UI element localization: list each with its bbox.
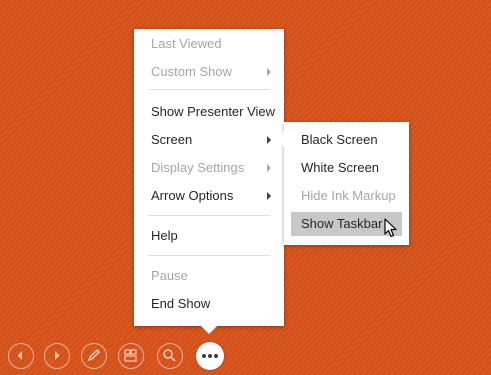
menu-item-label: Pause xyxy=(151,268,188,283)
previous-button[interactable] xyxy=(8,343,34,369)
zoom-icon xyxy=(163,349,176,362)
menu-item-screen[interactable]: Screen xyxy=(141,128,277,152)
see-all-slides-button[interactable] xyxy=(118,343,144,369)
submenu-pointer xyxy=(276,131,284,147)
menu-separator xyxy=(148,89,270,90)
more-options-icon xyxy=(208,354,212,358)
pen-icon xyxy=(87,348,101,362)
next-icon xyxy=(55,351,60,360)
previous-icon xyxy=(17,351,22,360)
menu-item-last-viewed: Last Viewed xyxy=(141,32,277,56)
menu-item-label: White Screen xyxy=(301,160,380,175)
menu-item-show-presenter-view[interactable]: Show Presenter View xyxy=(141,100,277,124)
see-all-slides-icon xyxy=(124,349,137,362)
menu-item-black-screen[interactable]: Black Screen xyxy=(291,128,402,152)
next-button[interactable] xyxy=(44,343,70,369)
more-options-icon xyxy=(214,354,218,358)
menu-item-label: Display Settings xyxy=(151,160,245,175)
submenu-arrow-icon xyxy=(267,192,271,200)
menu-item-hide-ink-markup: Hide Ink Markup xyxy=(291,184,402,208)
menu-item-pause: Pause xyxy=(141,264,277,288)
menu-item-label: Arrow Options xyxy=(151,188,234,203)
menu-item-label: Last Viewed xyxy=(151,36,222,51)
more-options-button[interactable] xyxy=(196,342,224,370)
more-options-icon xyxy=(202,354,206,358)
menu-item-label: Hide Ink Markup xyxy=(301,188,396,203)
menu-item-label: Help xyxy=(151,228,178,243)
menu-item-display-settings: Display Settings xyxy=(141,156,277,180)
pen-button[interactable] xyxy=(81,343,107,369)
menu-item-white-screen[interactable]: White Screen xyxy=(291,156,402,180)
zoom-button[interactable] xyxy=(157,343,183,369)
menu-item-label: Custom Show xyxy=(151,64,232,79)
menu-item-label: Screen xyxy=(151,132,193,147)
submenu-arrow-icon xyxy=(267,68,271,76)
submenu-arrow-icon xyxy=(267,136,271,144)
menu-item-label: Show Presenter View xyxy=(151,104,276,119)
menu-item-custom-show: Custom Show xyxy=(141,60,277,84)
menu-item-label: End Show xyxy=(151,296,211,311)
menu-item-label: Show Taskbar xyxy=(301,216,383,231)
menu-separator xyxy=(148,255,270,256)
menu-separator xyxy=(148,215,270,216)
slideshow-options-menu: Last Viewed Custom Show Show Presenter V… xyxy=(134,29,284,334)
menu-pointer xyxy=(201,326,217,334)
menu-item-arrow-options[interactable]: Arrow Options xyxy=(141,184,277,208)
menu-item-end-show[interactable]: End Show xyxy=(141,292,277,316)
menu-item-label: Black Screen xyxy=(301,132,378,147)
menu-item-help[interactable]: Help xyxy=(141,224,277,248)
submenu-arrow-icon xyxy=(267,164,271,172)
mouse-cursor-icon xyxy=(384,218,397,238)
